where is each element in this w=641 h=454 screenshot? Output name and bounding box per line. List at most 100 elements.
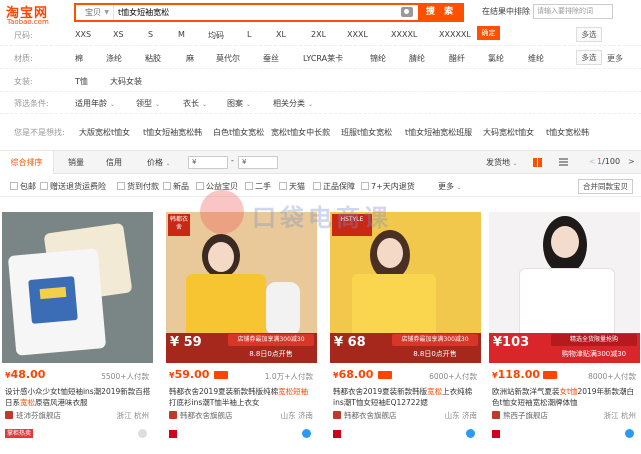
wangwang-icon[interactable] (302, 429, 311, 438)
shop-icon (5, 411, 13, 419)
exclude-input[interactable]: 请输入要排除的词 (533, 4, 613, 19)
price-max-input[interactable]: ¥ (238, 156, 278, 169)
confirm-button[interactable]: 确定 (477, 26, 500, 40)
filter-option[interactable]: XS (113, 30, 124, 39)
brand-corner-badge: 韩都衣舍 (168, 214, 190, 236)
chevron-down-icon: ⌄ (246, 101, 252, 108)
product-image[interactable] (2, 212, 153, 363)
filter-option[interactable]: 2XL (311, 30, 326, 39)
shop-link[interactable]: 熊西子旗舰店 (492, 410, 548, 421)
checkbox-genuine[interactable]: 正品保障 (313, 181, 355, 192)
checkbox-cod[interactable]: 货到付款 (117, 181, 159, 192)
product-card[interactable]: HSTYLE ¥ 68 店铺券最加享满300减30 8.8日0点开售 ¥68.0… (330, 212, 481, 454)
suggestion-link[interactable]: t恤女短袖宽松韩 (143, 127, 202, 138)
checkbox-return-insurance[interactable]: 赠送退货运费险 (40, 181, 106, 192)
product-card[interactable]: ¥48.00 5500+人付款 设计感小众少女t恤短袖ins潮2019新款百搭日… (2, 212, 153, 454)
sort-price-tab[interactable]: 价格 ⌄ (147, 157, 171, 168)
product-price: ¥118.00 (492, 368, 541, 381)
filter-option[interactable]: T恤 (75, 76, 88, 87)
wangwang-icon[interactable] (466, 429, 475, 438)
filter-option[interactable]: L (247, 30, 251, 39)
filter-dropdown[interactable]: 图案 ⌄ (227, 98, 251, 109)
product-image[interactable]: 韩都衣舍 ¥ 59 店铺券最加享满300减30 8.8日0点开售 (166, 212, 317, 363)
filter-option[interactable]: XXXXXL (439, 30, 471, 39)
sort-price-label: 价格 (147, 158, 163, 167)
filter-option[interactable]: 棉 (75, 53, 83, 64)
suggestion-link[interactable]: t恤女短袖宽松班服 (405, 127, 472, 138)
checkbox-7day-return[interactable]: 7+天内退货 (361, 181, 415, 192)
filter-option[interactable]: LYCRA莱卡 (303, 53, 343, 64)
shop-link[interactable]: 韩都衣舍旗舰店 (169, 410, 233, 421)
product-card[interactable]: 韩都衣舍 ¥ 59 店铺券最加享满300减30 8.8日0点开售 ¥59.00 … (166, 212, 317, 454)
checkbox-free-shipping[interactable]: 包邮 (10, 181, 36, 192)
product-title[interactable]: 欧洲站新款洋气夏装女t恤2019年新款潮白色t恤女短袖宽松潮牌体恤 (492, 386, 638, 408)
filter-dropdown[interactable]: 相关分类 ⌄ (273, 98, 313, 109)
filter-option[interactable]: XXXL (347, 30, 368, 39)
suggestion-link[interactable]: 班服t恤女宽松 (341, 127, 392, 138)
sort-default-tab[interactable]: 综合排序 (0, 151, 54, 174)
more-filters-button[interactable]: 更多 ⌄ (438, 181, 462, 192)
filter-option[interactable]: 莫代尔 (216, 53, 240, 64)
suggestion-link[interactable]: 大版宽松t恤女 (79, 127, 130, 138)
prev-page-button[interactable]: < (589, 157, 596, 166)
search-input[interactable] (118, 5, 388, 20)
filter-option[interactable]: 维纶 (528, 53, 544, 64)
filter-option[interactable]: M (178, 30, 185, 39)
filter-option[interactable]: 氯纶 (488, 53, 504, 64)
wangwang-icon[interactable] (625, 429, 634, 438)
filter-option[interactable]: 锦纶 (370, 53, 386, 64)
grid-view-icon[interactable] (533, 158, 542, 167)
filter-option[interactable]: 粘胶 (145, 53, 161, 64)
multi-select-button[interactable]: 多选 (576, 50, 602, 65)
checkbox-label: 公益宝贝 (206, 182, 238, 191)
product-title[interactable]: 设计感小众少女t恤短袖ins潮2019新款百搭日系宽松原宿风港味衣服 (5, 386, 151, 408)
filter-dropdown[interactable]: 领型 ⌄ (136, 98, 160, 109)
suggestion-link[interactable]: 大码宽松t恤女 (483, 127, 534, 138)
ship-from-dropdown[interactable]: 发货地 ⌄ (486, 157, 518, 168)
product-image[interactable]: ¥103 精选全货限量抢购 购物津贴满300减30 (489, 212, 640, 363)
filter-option[interactable]: 大码女装 (110, 76, 142, 87)
camera-icon[interactable] (401, 7, 413, 17)
filter-option[interactable]: XL (276, 30, 286, 39)
sort-sales-tab[interactable]: 销量 (68, 157, 84, 168)
price-min-input[interactable]: ¥ (188, 156, 228, 169)
product-title[interactable]: 韩都衣舍2019夏装新款韩版宽松上衣纯棉ins潮T恤女短袖EQ12722媤 (333, 386, 479, 408)
multi-select-button[interactable]: 多选 (576, 27, 602, 42)
filter-option[interactable]: XXS (75, 30, 91, 39)
more-options-button[interactable]: 更多 (607, 53, 623, 64)
checkbox-tmall[interactable]: 天猫 (279, 181, 305, 192)
promo-banner: ¥ 59 店铺券最加享满300减30 8.8日0点开售 (166, 333, 317, 363)
wangwang-icon[interactable] (138, 429, 147, 438)
product-card[interactable]: ¥103 精选全货限量抢购 购物津贴满300减30 ¥118.00 8000+人… (489, 212, 640, 454)
promo-price: ¥ 59 (170, 335, 202, 350)
checkbox-second-hand[interactable]: 二手 (245, 181, 271, 192)
filter-option[interactable]: 均码 (208, 30, 224, 41)
price-value: 48.00 (10, 368, 46, 381)
filter-option[interactable]: 麻 (186, 53, 194, 64)
filter-option[interactable]: XXXXL (391, 30, 417, 39)
product-title[interactable]: 韩都衣舍2019夏装新款韩版纯棉宽松短袖打底衫ins潮T恤半袖上衣女 (169, 386, 315, 408)
list-view-icon[interactable] (559, 158, 568, 167)
shop-link[interactable]: 韩都衣舍旗舰店 (333, 410, 397, 421)
suggestion-link[interactable]: 宽松t恤女中长款 (271, 127, 330, 138)
filter-label: 材质: (14, 54, 33, 63)
search-scope-select[interactable]: 宝贝 ▼ (76, 5, 114, 20)
search-button[interactable]: 搜 索 (418, 3, 464, 22)
checkbox-new[interactable]: 新品 (163, 181, 189, 192)
filter-option[interactable]: 腈纶 (409, 53, 425, 64)
filter-option[interactable]: 醋纤 (449, 53, 465, 64)
suggestion-row: 您是不是想找: 大版宽松t恤女 t恤女短袖宽松韩 白色t恤女宽松 宽松t恤女中长… (0, 121, 641, 143)
filter-option[interactable]: 涤纶 (106, 53, 122, 64)
filter-option[interactable]: S (148, 30, 153, 39)
filter-dropdown[interactable]: 衣长 ⌄ (183, 98, 207, 109)
shop-link[interactable]: 班沛芬旗舰店 (5, 410, 61, 421)
product-image[interactable]: HSTYLE ¥ 68 店铺券最加享满300减30 8.8日0点开售 (330, 212, 481, 363)
filter-option[interactable]: 蚕丝 (263, 53, 279, 64)
combine-same-items-button[interactable]: 合并同款宝贝 (578, 179, 633, 194)
checkbox-charity[interactable]: 公益宝贝 (196, 181, 238, 192)
suggestion-link[interactable]: 白色t恤女宽松 (213, 127, 264, 138)
suggestion-link[interactable]: t恤女宽松韩 (546, 127, 589, 138)
filter-dropdown[interactable]: 适用年龄 ⌄ (75, 98, 115, 109)
sort-credit-tab[interactable]: 信用 (106, 157, 122, 168)
next-page-button[interactable]: > (628, 157, 635, 166)
